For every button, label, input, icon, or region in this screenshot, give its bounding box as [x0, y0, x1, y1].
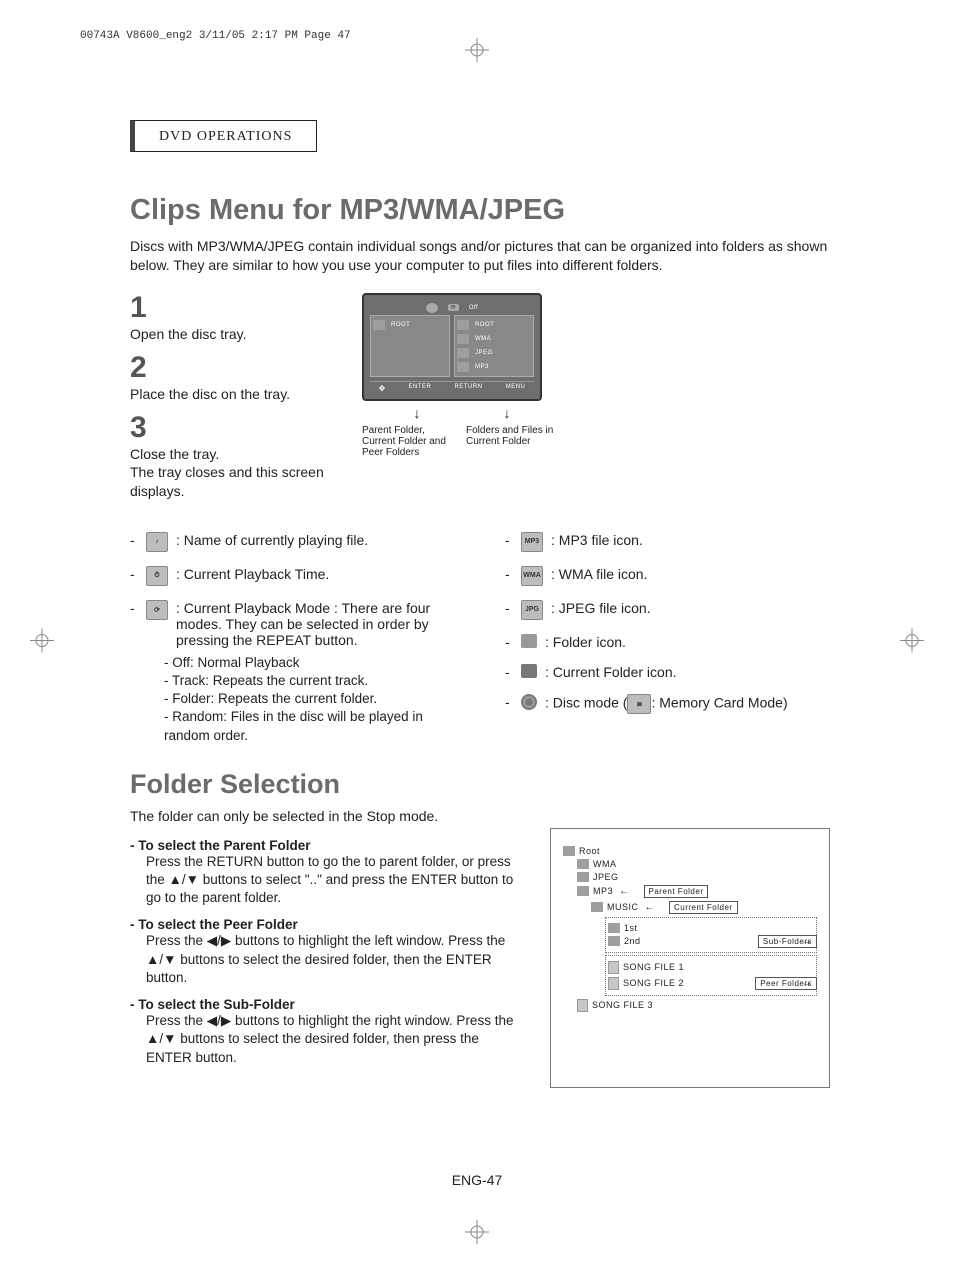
step-text-3: Close the tray. The tray closes and this… [130, 445, 340, 500]
jpeg-file-icon: JPG [521, 600, 543, 620]
registration-target-bottom-icon [465, 1220, 489, 1250]
select-peer-body: Press the ◀/▶ buttons to highlight the l… [146, 932, 520, 987]
crop-mark: 00743A V8600_eng2 3/11/05 2:17 PM Page 4… [80, 30, 351, 42]
tv-diagram: ⟳ Off ROOT ROOT WMA JPEG MP3 [362, 293, 562, 510]
steps-list: 1 Open the disc tray. 2 Place the disc o… [130, 293, 340, 510]
icon-legend-left: -♪: Name of currently playing file. -⏱: … [130, 526, 455, 745]
select-sub-body: Press the ◀/▶ buttons to highlight the r… [146, 1012, 520, 1067]
select-sub-heading: - To select the Sub-Folder [130, 997, 520, 1012]
select-parent-heading: - To select the Parent Folder [130, 838, 520, 853]
memory-card-icon: ≣ [627, 694, 651, 714]
intro-text: Discs with MP3/WMA/JPEG contain individu… [130, 237, 830, 275]
registration-target-top-icon [465, 38, 489, 68]
nowplaying-icon: ♪ [146, 532, 168, 552]
section-header-label: DVD OPERATIONS [159, 129, 292, 144]
folder-icon [521, 634, 537, 648]
page-number: ENG-47 [0, 1172, 954, 1188]
section-header: DVD OPERATIONS [130, 120, 317, 152]
repeat-icon: ⟳ [146, 600, 168, 620]
page-title: Clips Menu for MP3/WMA/JPEG [130, 194, 830, 227]
step-num-3: 3 [130, 413, 340, 443]
step-text-2: Place the disc on the tray. [130, 385, 340, 403]
tv-right-panel: ROOT WMA JPEG MP3 [454, 315, 534, 377]
registration-target-left-icon [30, 629, 54, 660]
subtitle: Folder Selection [130, 769, 830, 800]
diagram-caption-left: Parent Folder, Current Folder and Peer F… [362, 425, 458, 458]
icon-legend-right: -MP3: MP3 file icon. -WMA: WMA file icon… [505, 526, 830, 745]
mp3-file-icon: MP3 [521, 532, 543, 552]
disc-icon [426, 303, 438, 313]
folder-tree-diagram: Root WMA JPEG MP3←Parent Folder MUSIC←Cu… [550, 828, 830, 1088]
clock-icon: ⏱ [146, 566, 168, 586]
diagram-caption-right: Folders and Files in Current Folder [466, 425, 562, 458]
step-text-1: Open the disc tray. [130, 325, 340, 343]
step-num-1: 1 [130, 293, 340, 323]
repeat-badge: ⟳ [448, 304, 459, 311]
step-num-2: 2 [130, 353, 340, 383]
tv-off-label: Off [469, 305, 478, 311]
wma-file-icon: WMA [521, 566, 543, 586]
select-parent-body: Press the RETURN button to go the to par… [146, 853, 520, 908]
select-peer-heading: - To select the Peer Folder [130, 917, 520, 932]
disc-mode-icon [521, 694, 537, 710]
arrow-down-icon: ↓ [504, 405, 511, 421]
arrow-down-icon: ↓ [414, 405, 421, 421]
folder-intro: The folder can only be selected in the S… [130, 808, 830, 824]
current-folder-icon [521, 664, 537, 678]
registration-target-right-icon [900, 629, 924, 660]
tv-left-panel: ROOT [370, 315, 450, 377]
